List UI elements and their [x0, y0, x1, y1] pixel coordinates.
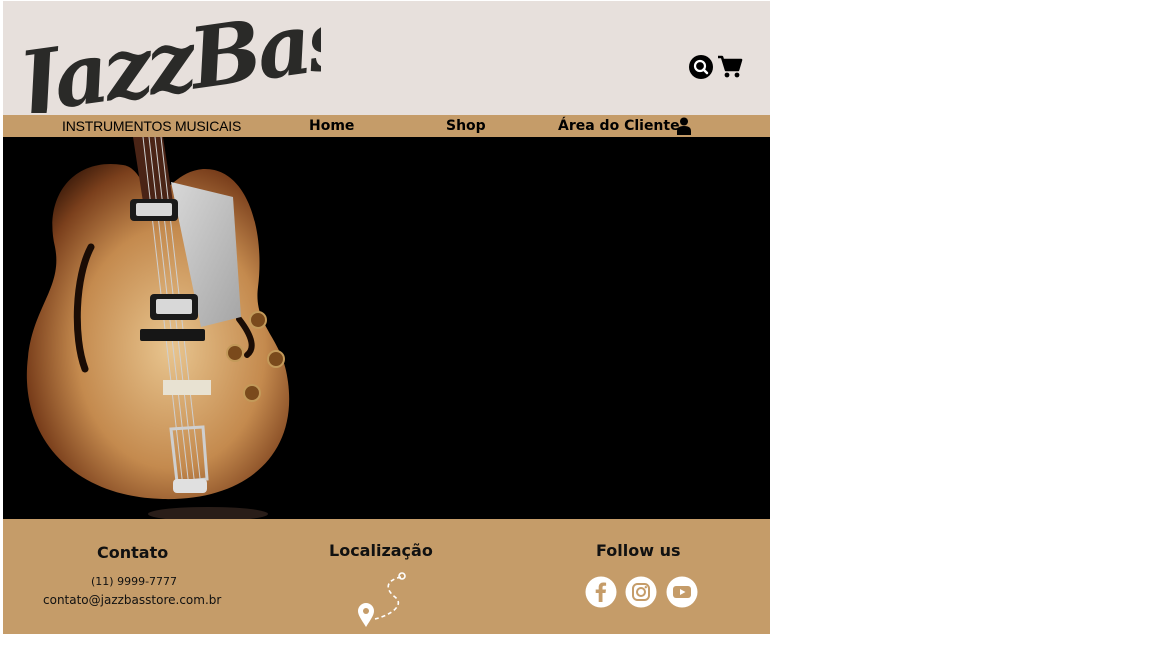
- instagram-icon[interactable]: [625, 576, 657, 608]
- site: JazzBass INSTRUMENTOS MUSICAIS Home Shop…: [0, 0, 770, 634]
- nav-item-instrumentos[interactable]: INSTRUMENTOS MUSICAIS: [62, 115, 241, 137]
- logo-image: JazzBass: [0, 0, 402, 134]
- location-title: Localização: [329, 541, 433, 560]
- user-icon[interactable]: [677, 117, 691, 135]
- contact-phone: (11) 9999-7777: [91, 575, 178, 588]
- facebook-icon[interactable]: [585, 576, 617, 608]
- brand-logo[interactable]: JazzBass: [0, 0, 402, 134]
- nav-item-shop[interactable]: Shop: [446, 115, 486, 137]
- follow-title: Follow us: [596, 541, 681, 560]
- nav-item-area-cliente[interactable]: Área do Cliente: [558, 115, 680, 137]
- map-route-icon[interactable]: [353, 569, 413, 629]
- cart-icon[interactable]: [716, 53, 744, 81]
- logo-text: JazzBass: [11, 1, 321, 113]
- main-nav: INSTRUMENTOS MUSICAIS Home Shop Área do …: [3, 115, 770, 137]
- contact-email[interactable]: contato@jazzbasstore.com.br: [43, 593, 221, 607]
- search-icon[interactable]: [687, 53, 715, 81]
- hero-banner: [3, 137, 770, 519]
- nav-item-home[interactable]: Home: [309, 115, 354, 137]
- header: JazzBass: [0, 0, 770, 134]
- bass-guitar-image: [26, 137, 290, 519]
- footer: Contato (11) 9999-7777 contato@jazzbasst…: [3, 519, 770, 634]
- youtube-icon[interactable]: [666, 576, 698, 608]
- contact-title: Contato: [97, 543, 169, 562]
